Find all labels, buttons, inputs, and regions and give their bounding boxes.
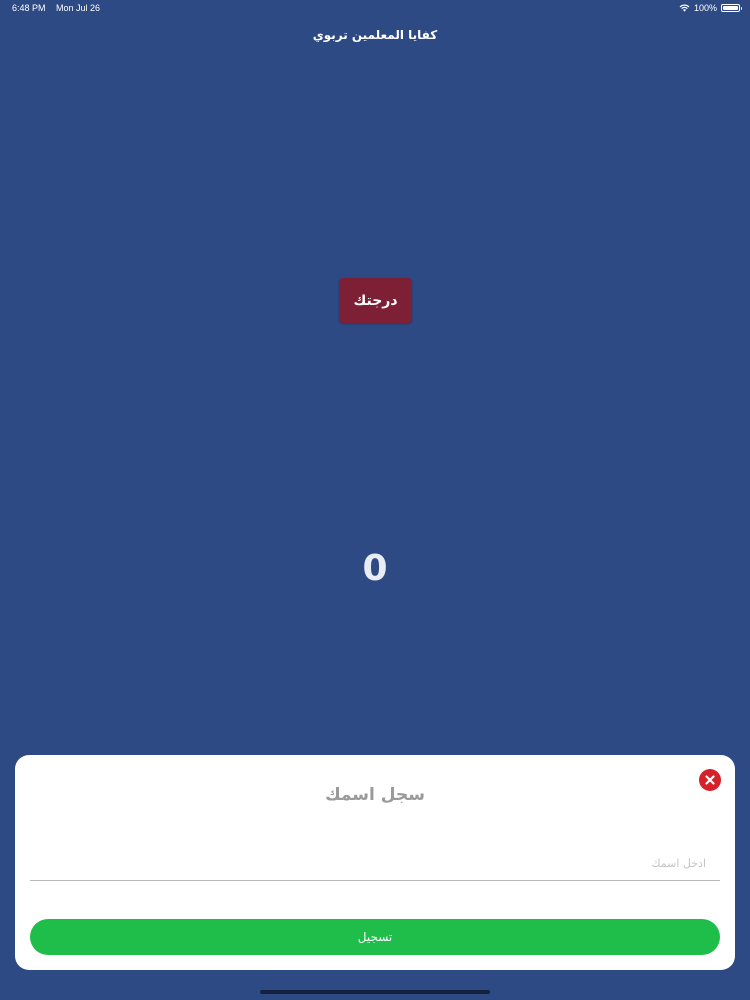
home-indicator [260,990,490,994]
status-indicators: 100% [679,3,742,13]
modal-title: سجل اسمك [325,785,425,805]
app-screen: 6:48 PM Mon Jul 26 100% كفايا المعلمين ت… [0,0,750,1000]
score-value: 0 [362,548,388,589]
score-label-button[interactable]: درجتك [339,278,412,323]
status-date: Mon Jul 26 [56,3,101,13]
register-name-modal: سجل اسمك تسجيل [15,755,735,970]
status-time: 6:48 PM [12,3,46,13]
status-bar: 6:48 PM Mon Jul 26 100% [0,0,750,18]
register-button[interactable]: تسجيل [30,919,720,955]
battery-percent: 100% [693,3,717,13]
wifi-icon [679,4,690,12]
name-input[interactable] [30,847,720,881]
app-title: كفايا المعلمين تربوي [312,28,438,42]
close-circle-icon [705,775,715,785]
battery-icon [721,4,742,12]
